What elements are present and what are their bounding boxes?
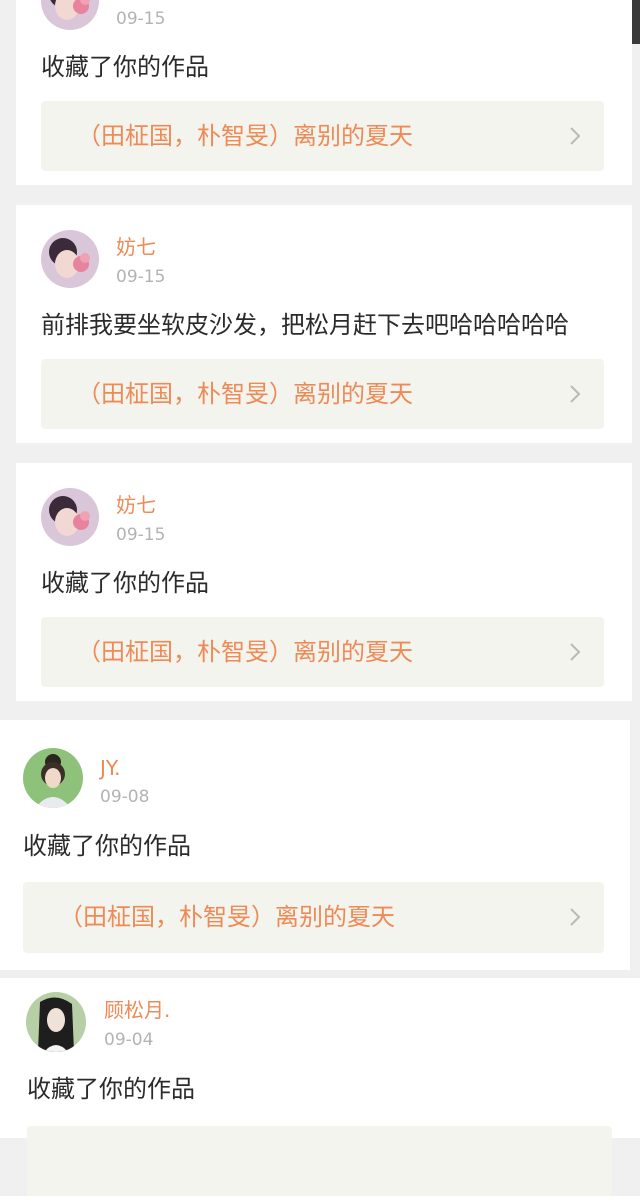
notification-card: 顾松月. 09-04 收藏了你的作品: [0, 978, 640, 1196]
notification-message: 收藏了你的作品: [41, 53, 209, 81]
avatar[interactable]: [23, 748, 83, 808]
notification-message: 前排我要坐软皮沙发，把松月赶下去吧哈哈哈哈哈: [41, 311, 569, 339]
chevron-right-icon: [570, 127, 581, 145]
scrollbar[interactable]: [632, 0, 640, 44]
work-link[interactable]: [27, 1126, 612, 1196]
avatar[interactable]: [41, 230, 99, 288]
timestamp: 09-15: [116, 525, 166, 545]
work-title: （田柾国，朴智旻）离别的夏天: [77, 122, 413, 150]
work-link[interactable]: （田柾国，朴智旻）离别的夏天: [23, 882, 604, 953]
work-title: （田柾国，朴智旻）离别的夏天: [59, 903, 395, 931]
chevron-right-icon: [570, 908, 581, 926]
notification-message: 收藏了你的作品: [23, 832, 191, 860]
chevron-right-icon: [570, 643, 581, 661]
work-link[interactable]: （田柾国，朴智旻）离别的夏天: [41, 359, 604, 429]
notification-card: JY. 09-08 收藏了你的作品 （田柾国，朴智旻）离别的夏天: [0, 720, 630, 970]
avatar[interactable]: [41, 0, 99, 30]
work-link[interactable]: （田柾国，朴智旻）离别的夏天: [41, 101, 604, 171]
work-title: （田柾国，朴智旻）离别的夏天: [77, 380, 413, 408]
notification-card: 妨七 09-15 前排我要坐软皮沙发，把松月赶下去吧哈哈哈哈哈 （田柾国，朴智旻…: [16, 205, 632, 443]
username[interactable]: 顾松月.: [104, 998, 170, 1022]
avatar[interactable]: [26, 992, 86, 1052]
avatar[interactable]: [41, 488, 99, 546]
notification-message: 收藏了你的作品: [41, 569, 209, 597]
username[interactable]: JY.: [100, 756, 120, 780]
notification-message: 收藏了你的作品: [27, 1075, 195, 1103]
notification-card: 妨七 09-15 收藏了你的作品 （田柾国，朴智旻）离别的夏天: [16, 463, 632, 701]
timestamp: 09-15: [116, 9, 166, 29]
timestamp: 09-15: [116, 267, 166, 287]
username[interactable]: 妨七: [116, 235, 156, 259]
work-title: （田柾国，朴智旻）离别的夏天: [77, 638, 413, 666]
chevron-right-icon: [570, 385, 581, 403]
work-link[interactable]: （田柾国，朴智旻）离别的夏天: [41, 617, 604, 687]
username[interactable]: 妨七: [116, 493, 156, 517]
timestamp: 09-08: [100, 787, 150, 807]
timestamp: 09-04: [104, 1030, 154, 1050]
notification-card: 09-15 收藏了你的作品 （田柾国，朴智旻）离别的夏天: [16, 0, 632, 185]
